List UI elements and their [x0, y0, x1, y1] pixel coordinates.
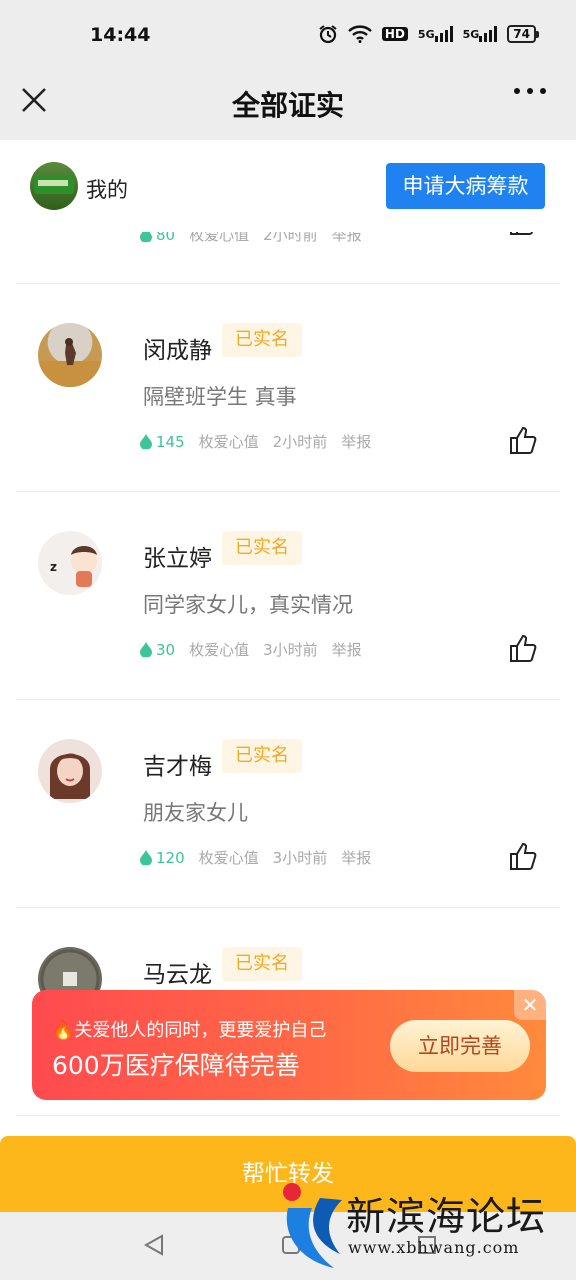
battery-icon: 74 [507, 25, 539, 43]
report-link[interactable]: 举报 [341, 847, 371, 868]
status-bar: 14:44 HD 5G 5G 74 [0, 0, 576, 72]
insurance-promo-banner[interactable]: 🔥关爱他人的同时，更要爱护自己 600万医疗保障待完善 立即完善 ✕ [32, 990, 546, 1100]
verified-badge: 已实名 [222, 739, 302, 773]
heart-count: 145 [140, 433, 185, 451]
network-type-2: 5G [462, 27, 480, 41]
time-ago: 3小时前 [263, 641, 318, 659]
heart-unit: 枚爱心值 [198, 433, 259, 451]
drop-icon [140, 434, 152, 449]
report-link[interactable]: 举报 [332, 639, 362, 660]
list-item: 吉才梅 已实名 朋友家女儿 120 枚爱心值 3小时前 举报 [0, 707, 576, 915]
heart-value: 145 [156, 432, 185, 451]
forum-watermark: 新滨海论坛 www.xbhwang.com [280, 1178, 576, 1278]
user-name: 张立婷 [143, 546, 212, 572]
hd-icon: HD [381, 27, 408, 41]
back-icon[interactable] [143, 1234, 164, 1260]
network-type-1: 5G [417, 27, 435, 41]
thumbs-up-icon[interactable] [508, 633, 538, 667]
divider [16, 699, 560, 700]
forum-url: www.xbhwang.com [348, 1238, 520, 1257]
heart-count: 120 [140, 849, 185, 867]
nav-bar: 全部证实 [0, 72, 576, 140]
verified-badge: 已实名 [222, 947, 302, 981]
wifi-icon [348, 25, 372, 43]
item-meta: 145 枚爱心值 2小时前 举报 [140, 431, 371, 452]
my-label[interactable]: 我的 [86, 174, 128, 204]
promo-line1-text: 关爱他人的同时，更要爱护自己 [74, 1020, 327, 1041]
divider [16, 1115, 560, 1116]
verified-badge: 已实名 [222, 531, 302, 565]
heart-value: 120 [156, 848, 185, 867]
list-item: 闵成静 已实名 隔壁班学生 真事 145 枚爱心值 2小时前 举报 [0, 291, 576, 499]
fire-icon: 🔥 [52, 1020, 75, 1041]
message: 朋友家女儿 [143, 801, 248, 825]
verified-badge: 已实名 [222, 323, 302, 357]
close-icon[interactable]: ✕ [514, 990, 546, 1020]
heart-unit: 枚爱心值 [198, 849, 259, 867]
avatar[interactable] [38, 739, 102, 803]
forum-name: 新滨海论坛 [346, 1195, 547, 1240]
heart-unit: 枚爱心值 [189, 641, 250, 659]
promo-line2: 600万医疗保障待完善 [52, 1051, 300, 1080]
thumbs-up-icon[interactable] [508, 425, 538, 459]
heart-value: 30 [156, 640, 176, 659]
thumbs-up-icon[interactable] [508, 841, 538, 875]
time-ago: 2小时前 [272, 433, 328, 451]
complete-now-button[interactable]: 立即完善 [390, 1020, 530, 1072]
user-name: 吉才梅 [143, 754, 212, 780]
time-ago: 3小时前 [272, 849, 328, 867]
user-name: 马云龙 [143, 962, 212, 988]
divider [16, 283, 560, 284]
signal-icon-2: 5G [463, 26, 498, 42]
user-name: 闵成静 [143, 338, 212, 364]
drop-icon [140, 850, 152, 865]
list-item: z 张立婷 已实名 同学家女儿，真实情况 30 枚爱心值 3小时前 举报 [0, 499, 576, 707]
forum-logo-icon [283, 1183, 342, 1268]
signal-icon: 5G [418, 26, 453, 42]
alarm-icon [318, 24, 338, 44]
item-meta: 30 枚爱心值 3小时前 举报 [140, 639, 362, 660]
status-time: 14:44 [90, 24, 151, 46]
more-options-icon[interactable] [514, 88, 546, 94]
status-icons: HD 5G 5G 74 [318, 24, 539, 44]
svg-text:z: z [50, 560, 57, 574]
report-link[interactable]: 举报 [341, 431, 371, 452]
message: 同学家女儿，真实情况 [143, 593, 353, 617]
drop-icon [140, 642, 152, 657]
heart-count: 30 [140, 641, 175, 659]
divider [16, 491, 560, 492]
avatar[interactable] [38, 323, 102, 387]
apply-fundraising-button[interactable]: 申请大病筹款 [386, 163, 545, 209]
my-bar: 我的 申请大病筹款 [0, 140, 576, 232]
promo-line1: 🔥关爱他人的同时，更要爱护自己 [52, 1016, 326, 1042]
avatar[interactable]: z [38, 531, 102, 595]
item-meta: 120 枚爱心值 3小时前 举报 [140, 847, 371, 868]
divider [16, 907, 560, 908]
page-title: 全部证实 [231, 89, 344, 122]
avatar[interactable] [30, 162, 78, 210]
message: 隔壁班学生 真事 [143, 385, 297, 409]
